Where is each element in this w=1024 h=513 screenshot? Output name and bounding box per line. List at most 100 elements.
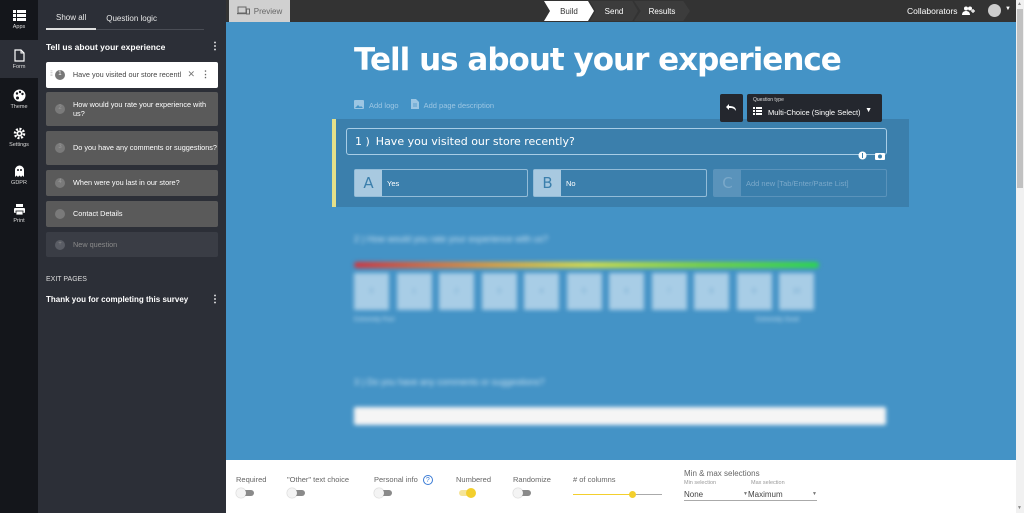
rating-option[interactable]: 2 <box>439 273 474 310</box>
rail-item-apps[interactable]: Apps <box>0 0 38 38</box>
rating-option[interactable]: 1 <box>396 273 432 310</box>
close-icon[interactable]: ✕ <box>187 69 195 81</box>
numbered-toggle[interactable] <box>457 488 476 498</box>
question-2-title[interactable]: 2 ) How would you rate your experience w… <box>354 234 548 244</box>
rail-item-theme[interactable]: Theme <box>0 80 38 118</box>
columns-slider-thumb[interactable] <box>629 491 637 498</box>
rail-item-form[interactable]: Form <box>0 40 38 78</box>
question-text: Have you visited our store recently? <box>375 135 575 148</box>
choice-a[interactable]: A Yes <box>354 169 528 197</box>
step-send[interactable]: Send <box>590 1 638 21</box>
page-add-links: Add logo Add page description <box>354 99 506 111</box>
rating-option[interactable]: 7 <box>651 273 687 310</box>
step-results[interactable]: Results <box>634 1 690 21</box>
rail-item-print[interactable]: Print <box>0 194 38 232</box>
tab-show-all[interactable]: Show all <box>46 7 97 30</box>
rail-item-gdpr[interactable]: GDPR <box>0 156 38 194</box>
undo-icon <box>726 102 737 114</box>
question-label: How would you rate your experience with … <box>73 99 207 118</box>
step-build[interactable]: Build <box>544 1 594 21</box>
scroll-down-icon[interactable]: ▼ <box>1017 505 1022 511</box>
new-question-label: New question <box>73 239 118 249</box>
max-selection-select[interactable]: Maximum ▼ <box>748 488 817 501</box>
choice-letter: B <box>534 170 561 196</box>
min-selection-select[interactable]: None ▼ <box>684 488 748 501</box>
exit-page-menu-icon[interactable]: ⋮ <box>210 294 220 305</box>
question-3-title[interactable]: 3 ) Do you have any comments or suggesti… <box>354 377 545 387</box>
rating-option[interactable]: 3 <box>481 273 517 310</box>
survey-builder-app: Apps Form Theme Settings GDPR Print Show… <box>0 0 1024 513</box>
rating-option[interactable]: 10 <box>779 273 814 310</box>
add-choice-placeholder: Add new [Tab/Enter/Paste List] <box>746 178 849 188</box>
rail-label: Theme <box>10 104 28 110</box>
chevron-down-icon[interactable]: ▼ <box>1005 6 1011 12</box>
devices-icon <box>236 6 250 17</box>
required-toggle[interactable] <box>236 488 254 498</box>
rating-option[interactable]: 4 <box>524 273 559 310</box>
help-icon[interactable]: ? <box>422 475 433 486</box>
randomize-toggle[interactable] <box>513 488 531 498</box>
question-menu-icon[interactable]: ⋮ <box>201 69 210 81</box>
chevron-down-icon: ▼ <box>865 107 872 114</box>
chevron-down-icon: ▼ <box>812 491 817 497</box>
rail-label: Apps <box>12 24 26 30</box>
min-selection-value: None <box>684 489 704 499</box>
collaborators-button[interactable]: Collaborators <box>907 0 976 22</box>
preview-button[interactable]: Preview <box>229 0 290 22</box>
add-description-link[interactable]: Add page description <box>410 99 494 111</box>
question-card-2[interactable]: 2 How would you rate your experience wit… <box>46 92 218 126</box>
add-logo-link[interactable]: Add logo <box>354 99 399 111</box>
rating-option[interactable]: 0 <box>354 273 389 310</box>
choice-letter: A <box>355 170 382 196</box>
rating-option[interactable]: 9 <box>736 273 772 310</box>
question-label: Contact Details <box>73 209 123 219</box>
question-type-select[interactable]: Question type Multi-Choice (Single Selec… <box>747 94 882 122</box>
numbered-label: Numbered <box>456 475 492 484</box>
columns-slider[interactable] <box>573 491 662 498</box>
page-scrollbar[interactable]: ▲ ▼ <box>1016 0 1024 513</box>
add-choice-input[interactable]: C Add new [Tab/Enter/Paste List] <box>713 169 887 197</box>
drag-handle-icon[interactable]: ⁞⁞ <box>50 70 53 79</box>
question-card-contact[interactable]: Contact Details <box>46 201 218 227</box>
tab-question-logic[interactable]: Question logic <box>96 7 167 30</box>
page-menu-icon[interactable]: ⋮ <box>210 41 220 52</box>
question-label: Have you visited our store recently? <box>72 70 182 80</box>
page-section-title: Tell us about your experience <box>46 41 166 52</box>
rating-gradient-bar <box>354 262 819 268</box>
panel-tabs: Show all Question logic <box>46 7 204 30</box>
list-icon <box>753 107 762 117</box>
question-card-3[interactable]: 3 Do you have any comments or suggestion… <box>46 131 218 165</box>
question-card-4[interactable]: 4 When were you last in our store? <box>46 170 218 196</box>
new-question-button[interactable]: + New question <box>46 232 218 257</box>
question-type-value: Multi-Choice (Single Select) <box>768 107 861 117</box>
rating-option[interactable]: 6 <box>609 273 644 310</box>
form-page-title[interactable]: Tell us about your experience <box>354 42 842 78</box>
question-prefix: 1 ) <box>355 135 370 148</box>
undo-button[interactable] <box>720 94 743 122</box>
camera-icon[interactable] <box>875 151 885 162</box>
randomize-label: Randomize <box>513 475 551 484</box>
user-avatar[interactable] <box>988 4 1001 17</box>
exit-page-item[interactable]: Thank you for completing this survey ⋮ <box>46 294 220 305</box>
columns-slider-fill <box>573 494 633 495</box>
choice-b[interactable]: B No <box>533 169 707 197</box>
rating-option[interactable]: 8 <box>694 273 729 310</box>
add-logo-label: Add logo <box>369 100 399 110</box>
question-3-textbox[interactable] <box>354 407 886 425</box>
document-icon <box>410 99 419 111</box>
columns-label: # of columns <box>573 475 616 484</box>
scroll-up-icon[interactable]: ▲ <box>1017 1 1022 7</box>
exit-pages-heading: EXIT PAGES <box>46 276 87 283</box>
question-card-1[interactable]: ⁞⁞ 1 Have you visited our store recently… <box>46 62 218 88</box>
personal-info-toggle[interactable] <box>374 488 392 498</box>
question-text-input[interactable]: 1 ) Have you visited our store recently? <box>346 128 887 155</box>
info-icon[interactable] <box>858 151 867 162</box>
personal-info-label: Personal info <box>374 475 418 484</box>
scroll-thumb[interactable] <box>1017 9 1023 188</box>
rail-item-settings[interactable]: Settings <box>0 118 38 156</box>
rating-option[interactable]: 5 <box>566 273 602 310</box>
other-choice-toggle[interactable] <box>287 488 305 498</box>
question-number: 2 <box>55 104 65 114</box>
ghost-icon <box>12 164 26 178</box>
questions-panel: Show all Question logic Tell us about yo… <box>38 0 226 513</box>
